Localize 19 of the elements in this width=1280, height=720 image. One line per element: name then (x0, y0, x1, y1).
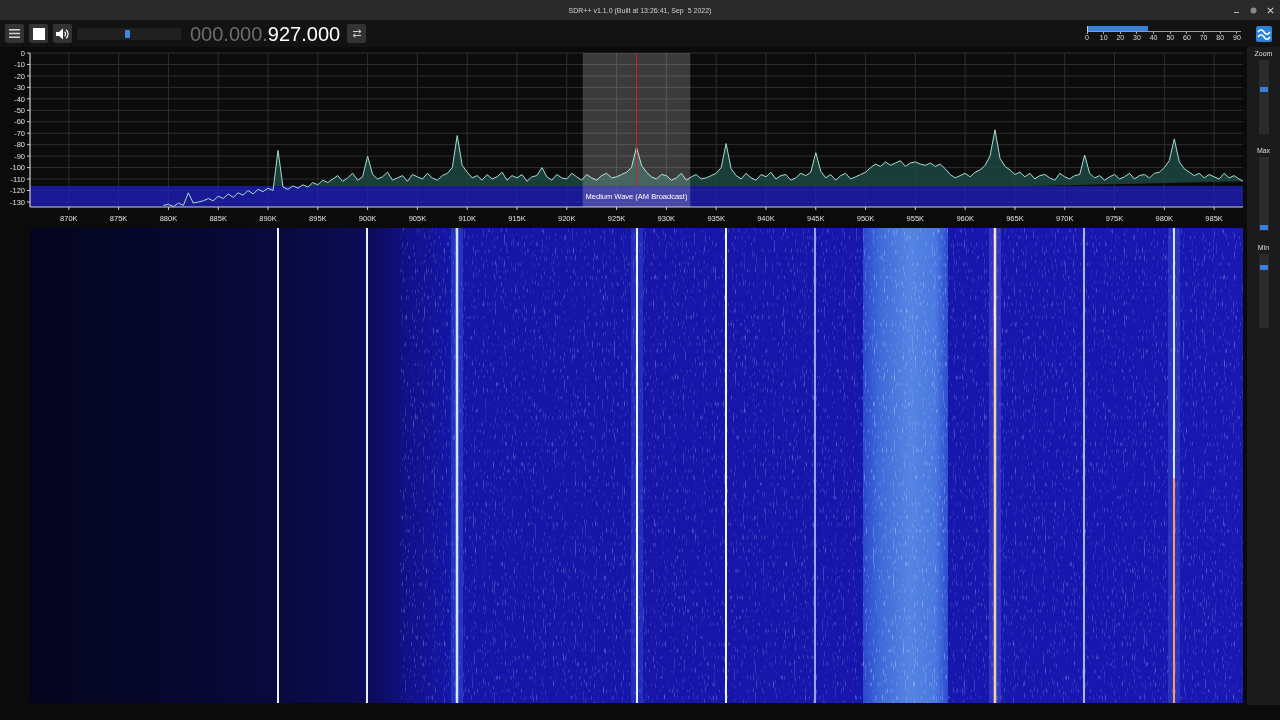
slider-thumb[interactable] (1259, 224, 1268, 230)
volume-slider-thumb[interactable] (124, 29, 130, 38)
app-icon (1256, 25, 1272, 42)
volume-slider[interactable] (77, 27, 181, 40)
volume-button[interactable] (53, 24, 72, 43)
vfo-marker[interactable] (582, 53, 691, 207)
vertical-slider[interactable] (1258, 60, 1269, 134)
slider-thumb[interactable] (1259, 86, 1268, 92)
menu-button[interactable] (5, 24, 24, 43)
maximize-icon[interactable] (1250, 6, 1257, 14)
close-icon[interactable] (1267, 6, 1274, 14)
speaker-icon (56, 27, 69, 40)
menu-icon (9, 29, 20, 38)
slider-thumb[interactable] (1259, 265, 1268, 270)
swap-button[interactable] (347, 24, 367, 43)
vertical-slider[interactable] (1258, 254, 1269, 328)
swap-icon (351, 29, 362, 38)
vertical-slider[interactable] (1258, 157, 1269, 231)
frequency-display[interactable]: 000.000.927.000 (190, 22, 341, 45)
